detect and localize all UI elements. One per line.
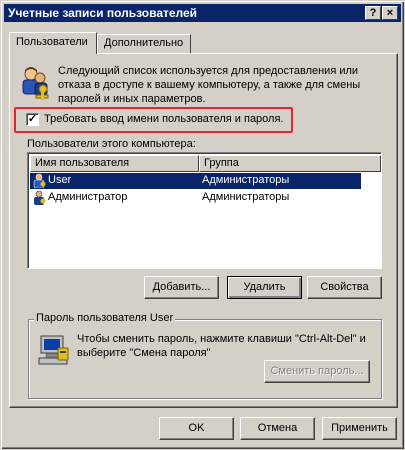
column-header-group[interactable]: Группа <box>199 155 381 172</box>
column-header-group-label: Группа <box>204 157 239 169</box>
computer-icon <box>38 335 69 365</box>
tab-advanced-label: Дополнительно <box>104 37 184 49</box>
user-group-cell: Администраторы <box>202 174 290 186</box>
add-user-button[interactable]: Добавить... <box>144 276 219 299</box>
close-button[interactable]: × <box>382 6 398 20</box>
column-header-username-label: Имя пользователя <box>35 157 130 169</box>
user-name-cell: User <box>48 174 72 186</box>
password-group-title: Пароль пользователя User <box>34 312 176 324</box>
users-list[interactable]: Имя пользователя Группа User Администрат… <box>27 152 382 269</box>
title-bar[interactable]: Учетные записи пользователей ? × <box>4 4 401 22</box>
password-instructions: Чтобы сменить пароль, нажмите клавиши "C… <box>77 333 366 359</box>
require-login-checkbox[interactable]: ✓ <box>26 113 39 126</box>
require-login-label[interactable]: Требовать ввод имени пользователя и паро… <box>44 113 283 125</box>
tab-users-label: Пользователи <box>16 36 88 48</box>
ok-button[interactable]: OK <box>159 417 234 440</box>
intro-text: Следующий список используется для предос… <box>58 65 361 105</box>
window-title: Учетные записи пользователей <box>8 6 198 20</box>
users-list-label: Пользователи этого компьютера: <box>27 138 196 150</box>
help-button[interactable]: ? <box>365 6 381 20</box>
apply-button[interactable]: Применить <box>322 417 397 440</box>
cancel-button[interactable]: Отмена <box>240 417 315 440</box>
properties-button[interactable]: Свойства <box>307 276 382 299</box>
administrator-group-cell: Администраторы <box>202 191 290 203</box>
user-icon <box>33 173 46 188</box>
user-accounts-dialog: Учетные записи пользователей ? × Пользов… <box>0 0 405 450</box>
user-icon <box>34 190 46 205</box>
administrator-name-cell: Администратор <box>48 191 128 203</box>
remove-user-button[interactable]: Удалить <box>227 276 302 299</box>
table-row-user[interactable]: User Администраторы <box>30 173 361 189</box>
users-key-icon <box>22 67 49 100</box>
column-header-username[interactable]: Имя пользователя <box>30 155 199 172</box>
change-password-button[interactable]: Сменить пароль... <box>264 360 370 383</box>
tab-advanced[interactable]: Дополнительно <box>97 34 191 53</box>
table-row-administrator[interactable]: Администратор Администраторы <box>30 190 361 206</box>
tab-users[interactable]: Пользователи <box>9 32 97 54</box>
